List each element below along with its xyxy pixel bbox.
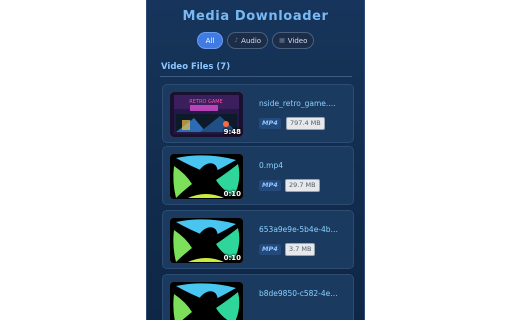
media-item-card[interactable]: RETRO GAME 9:48 nside_retro_game.… MP4 7…	[162, 84, 354, 143]
media-downloader-panel: Media Downloader All ♪ Audio ▦ Video Vid…	[146, 0, 365, 320]
section-title: Video Files (7)	[161, 62, 231, 72]
filter-video-label: Video	[287, 36, 308, 45]
video-thumbnail[interactable]: 0:10	[170, 218, 243, 263]
format-badge: MP4	[259, 118, 281, 129]
media-item-card[interactable]: b8de9850-c582-4e…	[162, 274, 354, 320]
media-item-card[interactable]: 0:10 653a9e9e-5b4e-4b… MP4 3.7 MB	[162, 210, 354, 269]
file-name: 653a9e9e-5b4e-4b…	[259, 225, 339, 234]
filter-video-button[interactable]: ▦ Video	[272, 32, 315, 49]
video-duration: 0:10	[223, 190, 241, 198]
file-name: nside_retro_game.…	[259, 99, 336, 108]
file-name: b8de9850-c582-4e…	[259, 289, 338, 298]
video-thumbnail[interactable]: 0:10	[170, 154, 243, 199]
video-thumbnail[interactable]: RETRO GAME 9:48	[170, 92, 243, 137]
filter-audio-button[interactable]: ♪ Audio	[227, 32, 269, 49]
film-icon: ▦	[279, 37, 285, 44]
file-name: 0.mp4	[259, 161, 283, 170]
section-divider	[160, 76, 352, 77]
colorful-logo-thumbnail-image	[170, 282, 243, 320]
video-thumbnail[interactable]	[170, 282, 243, 320]
format-badge: MP4	[259, 180, 281, 191]
file-size-badge: 3.7 MB	[285, 243, 316, 256]
music-icon: ♪	[234, 37, 239, 44]
file-size-badge: 29.7 MB	[285, 179, 320, 192]
filter-all-label: All	[205, 36, 215, 45]
svg-text:RETRO GAME: RETRO GAME	[189, 99, 222, 105]
filter-audio-label: Audio	[241, 36, 262, 45]
file-size-badge: 797.4 MB	[286, 117, 325, 130]
video-duration: 9:48	[223, 128, 241, 136]
video-duration: 0:10	[223, 254, 241, 262]
format-badge: MP4	[259, 244, 281, 255]
filter-bar: All ♪ Audio ▦ Video	[147, 32, 364, 49]
filter-all-button[interactable]: All	[196, 32, 224, 49]
app-title: Media Downloader	[182, 9, 329, 24]
media-item-card[interactable]: 0:10 0.mp4 MP4 29.7 MB	[162, 146, 354, 205]
